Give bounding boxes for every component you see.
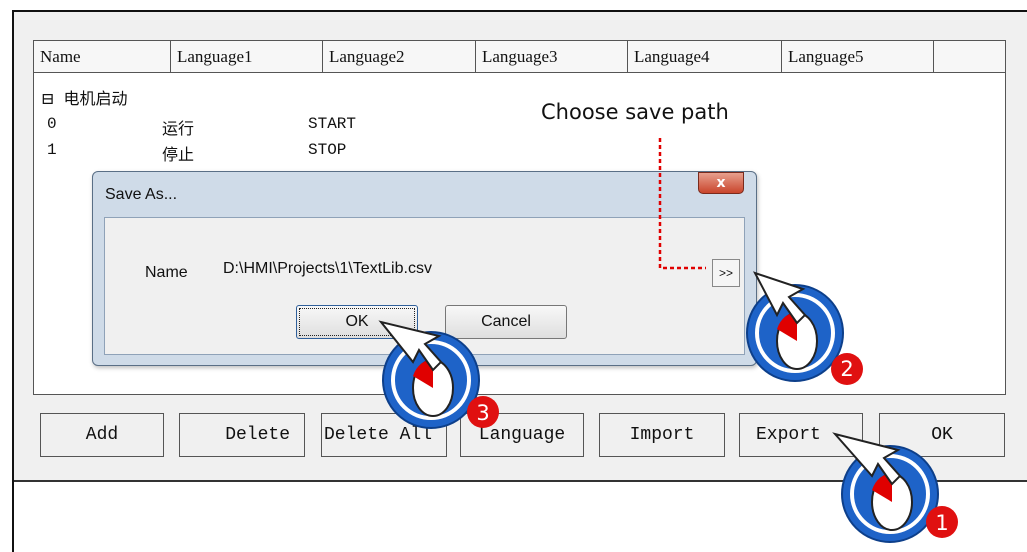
step-number-1: 1	[935, 511, 948, 535]
step-number-3: 3	[476, 401, 489, 425]
step-number-2: 2	[840, 357, 853, 381]
mouse-bubble-3: 3	[378, 320, 499, 429]
dotted-connector	[658, 138, 706, 270]
mouse-bubble-1: 1	[832, 432, 958, 543]
tutorial-overlay: 2 3 1	[378, 138, 958, 543]
mouse-bubble-2: 2	[746, 271, 863, 385]
